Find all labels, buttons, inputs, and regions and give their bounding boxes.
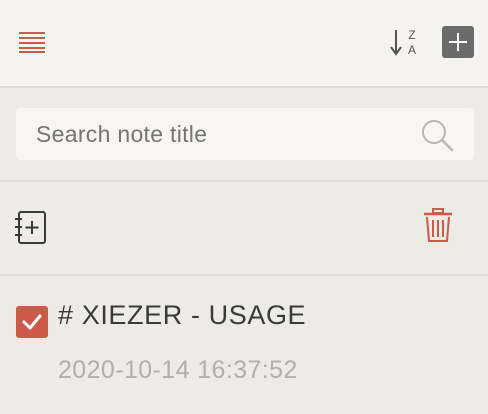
search-area (0, 88, 488, 182)
note-date: 2020-10-14 16:37:52 (58, 356, 298, 384)
sort-label-top: Z (408, 28, 415, 42)
list-item[interactable]: # XIEZER - USAGE 2020-10-14 16:37:52 (0, 276, 488, 414)
notebook-toolbar (0, 182, 488, 276)
notebook-add-icon (15, 211, 46, 244)
search-box (16, 108, 474, 160)
sort-label-bottom: A (408, 43, 416, 57)
trash-icon (424, 208, 452, 242)
search-input[interactable] (36, 108, 416, 160)
note-title: # XIEZER - USAGE (58, 300, 307, 330)
add-note-button[interactable] (442, 26, 474, 58)
new-notebook-button[interactable] (14, 210, 48, 246)
note-checkbox[interactable] (16, 306, 48, 338)
top-bar: Z A (0, 0, 488, 88)
plus-icon (449, 33, 467, 51)
sort-z-a-icon: Z A (390, 28, 416, 57)
search-icon[interactable] (420, 118, 454, 152)
checkmark-icon (22, 314, 42, 330)
hamburger-menu-icon[interactable] (19, 31, 45, 53)
sort-button[interactable]: Z A (390, 27, 420, 57)
note-list: # XIEZER - USAGE 2020-10-14 16:37:52 (0, 276, 488, 414)
notes-app: Z A Search note title # XIEZER - USAGE 2… (0, 0, 488, 414)
delete-button[interactable] (422, 208, 454, 244)
